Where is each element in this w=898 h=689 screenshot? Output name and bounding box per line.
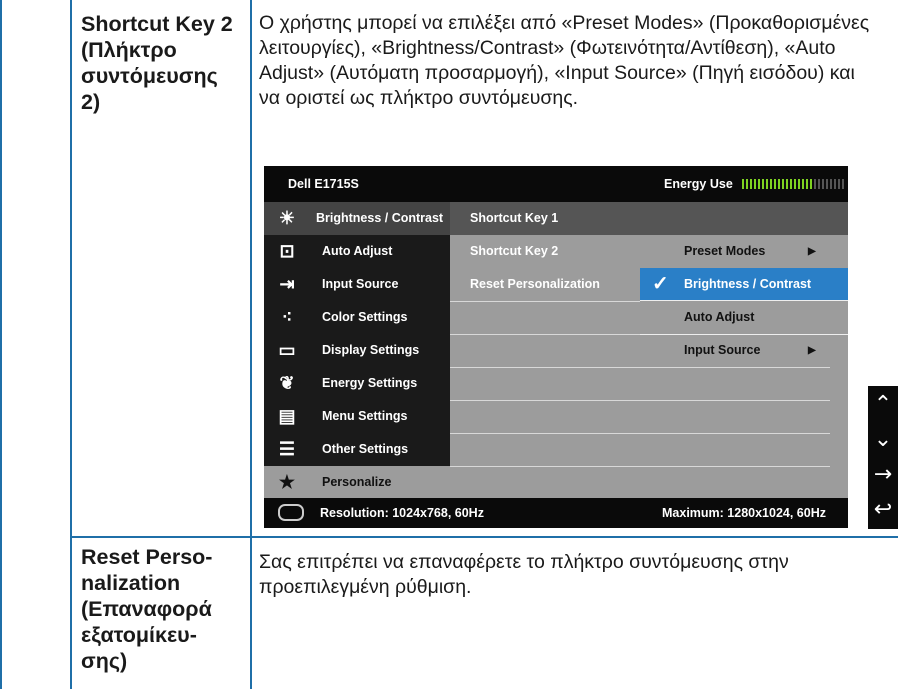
back-icon[interactable]: ↩ — [868, 493, 898, 527]
triangle-right-icon: ▶ — [808, 345, 816, 356]
option-preset-modes[interactable]: Preset Modes ▶ — [640, 235, 848, 268]
osd-main-menu: ☀ Brightness / Contrast ⊡ Auto Adjust ⇥ … — [264, 202, 450, 499]
option-brightness-contrast[interactable]: ✓ Brightness / Contrast — [640, 268, 848, 301]
checkmark-icon: ✓ — [652, 273, 669, 295]
submenu-shortcut-key-1[interactable]: Shortcut Key 1 — [470, 202, 558, 235]
menu-item-menu-settings[interactable]: ▤ Menu Settings — [264, 400, 450, 433]
triangle-right-icon: ▶ — [808, 246, 816, 257]
submenu-divider — [450, 334, 640, 335]
color-settings-icon: ⁖ — [281, 307, 293, 327]
option-divider — [640, 334, 848, 335]
osd-model-name: Dell E1715S — [288, 177, 359, 191]
submenu-divider — [450, 367, 830, 368]
menu-item-energy-settings[interactable]: ❦ Energy Settings — [264, 367, 450, 400]
option-input-source[interactable]: Input Source ▶ — [640, 334, 848, 367]
osd-resolution: Resolution: 1024x768, 60Hz — [320, 506, 484, 520]
option-label: Brightness / Contrast — [684, 277, 812, 291]
menu-item-label: Other Settings — [322, 442, 409, 456]
menu-settings-icon: ▤ — [278, 406, 296, 426]
menu-item-label: Auto Adjust — [322, 244, 393, 258]
menu-item-label: Color Settings — [322, 310, 408, 324]
menu-item-label: Energy Settings — [322, 376, 418, 390]
menu-item-personalize[interactable]: ★ Personalize — [264, 466, 450, 499]
menu-item-color-settings[interactable]: ⁖ Color Settings — [264, 301, 450, 334]
osd-menu: Dell E1715S Energy Use ☀ Brightness / Co… — [264, 166, 848, 528]
submenu-divider — [450, 433, 830, 434]
submenu-shortcut-key-2[interactable]: Shortcut Key 2 — [470, 235, 558, 268]
submenu-reset-personalization[interactable]: Reset Personalization — [470, 268, 600, 301]
osd-nav-buttons: ⌃ ⌄ → ↩ — [868, 386, 898, 529]
auto-adjust-icon: ⊡ — [279, 241, 295, 261]
menu-item-display-settings[interactable]: ▭ Display Settings — [264, 334, 450, 367]
down-icon[interactable]: ⌄ — [868, 423, 898, 457]
param-shortcut-key-2: Shortcut Key 2 (Πλήκτρο συντόμευσης 2) — [81, 12, 233, 114]
submenu-divider — [450, 400, 830, 401]
monitor-connector-icon — [278, 504, 304, 521]
star-icon: ★ — [278, 472, 296, 492]
desc-reset-personalization: Σας επιτρέπει να επαναφέρετε το πλήκτρο … — [259, 551, 789, 598]
option-label: Auto Adjust — [684, 310, 755, 324]
option-label: Preset Modes — [684, 244, 766, 258]
param-reset-personalization: Reset Perso-nalization (Επαναφορά εξατομ… — [81, 545, 213, 673]
menu-item-auto-adjust[interactable]: ⊡ Auto Adjust — [264, 235, 450, 268]
brightness-icon: ☀ — [278, 208, 296, 228]
right-arrow-icon[interactable]: → — [868, 458, 898, 492]
display-settings-icon: ▭ — [278, 340, 296, 360]
osd-header: Dell E1715S Energy Use — [264, 166, 848, 202]
menu-item-label: Brightness / Contrast — [316, 211, 444, 225]
energy-use-label: Energy Use — [664, 177, 733, 191]
option-label: Input Source — [684, 343, 761, 357]
input-source-icon: ⇥ — [279, 274, 295, 294]
energy-settings-icon: ❦ — [279, 373, 295, 393]
table-border-col2 — [250, 0, 252, 689]
option-auto-adjust[interactable]: Auto Adjust — [640, 301, 848, 334]
menu-item-label: Menu Settings — [322, 409, 408, 423]
up-icon[interactable]: ⌃ — [868, 388, 898, 422]
desc-shortcut-key-2: Ο χρήστης μπορεί να επιλέξει από «Preset… — [259, 12, 870, 109]
table-row-divider — [70, 536, 898, 538]
table-border-left — [0, 0, 2, 689]
menu-item-brightness-contrast[interactable]: ☀ Brightness / Contrast — [264, 202, 450, 235]
energy-use-meter-empty — [814, 179, 844, 189]
menu-item-label: Display Settings — [322, 343, 420, 357]
menu-item-other-settings[interactable]: ☰ Other Settings — [264, 433, 450, 466]
submenu-divider — [450, 301, 640, 302]
menu-item-label: Input Source — [322, 277, 399, 291]
table-border-col1 — [70, 0, 72, 689]
other-settings-icon: ☰ — [278, 439, 296, 459]
option-divider — [640, 300, 848, 301]
menu-item-label: Personalize — [322, 475, 392, 489]
menu-item-input-source[interactable]: ⇥ Input Source — [264, 268, 450, 301]
osd-maximum-resolution: Maximum: 1280x1024, 60Hz — [662, 506, 826, 520]
submenu-divider — [450, 466, 830, 467]
